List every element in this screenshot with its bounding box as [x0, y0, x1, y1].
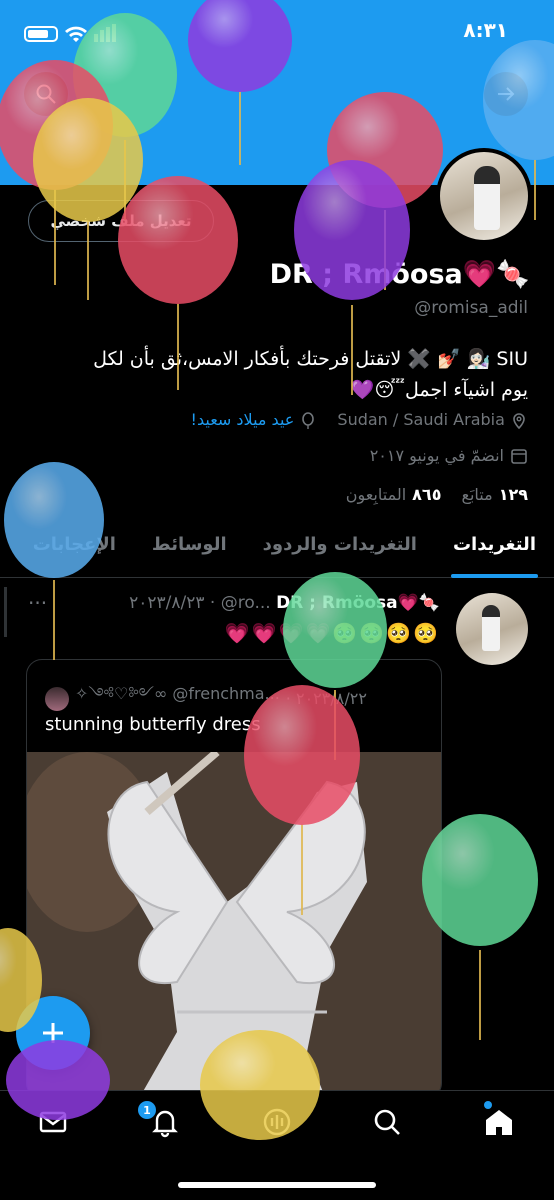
- notification-badge: 1: [138, 1101, 156, 1119]
- tab-tweets[interactable]: التغريدات: [435, 520, 554, 578]
- compose-button[interactable]: [16, 996, 90, 1070]
- quote-text: stunning butterfly dress: [45, 714, 261, 735]
- followers-link[interactable]: ٨٦٥ المتابِعون: [346, 485, 442, 504]
- compose-plus-icon: [43, 1023, 63, 1043]
- search-button[interactable]: [24, 72, 68, 116]
- back-button[interactable]: [484, 72, 528, 116]
- tweet-meta: ٢٠٢٣/٨/٢٣ · @ro...: [129, 593, 271, 613]
- spaces-icon[interactable]: [260, 1105, 294, 1139]
- following-count: ١٢٩: [498, 485, 528, 504]
- bio-line-1: SIU 👩🏻‍🔬 💅🏻 ✖️ لاتقتل فرحتك بأفكار الامس…: [93, 348, 528, 370]
- home-indicator[interactable]: [178, 1182, 376, 1188]
- location-text: Sudan / Saudi Arabia: [337, 410, 505, 429]
- tweet-header: ٢٠٢٣/٨/٢٣ · @ro... DR ; Rmöosa💗🍬: [129, 593, 440, 613]
- tab-likes[interactable]: الإعجابات: [15, 520, 134, 578]
- following-link[interactable]: ١٢٩ متابَع: [461, 485, 528, 504]
- signal-icon: [94, 24, 116, 42]
- user-handle: @romisa_adil: [414, 298, 528, 318]
- tweet-avatar[interactable]: [456, 593, 528, 665]
- tweet-author: DR ; Rmöosa💗🍬: [276, 593, 440, 613]
- birthday[interactable]: عيد ميلاد سعيد!: [191, 410, 318, 430]
- mail-icon[interactable]: [36, 1105, 70, 1139]
- tab-media[interactable]: الوسائط: [134, 520, 245, 578]
- joined-date: انضمّ في يونيو ٢٠١٧: [370, 446, 528, 465]
- following-label: متابَع: [461, 485, 493, 504]
- joined-text: انضمّ في يونيو ٢٠١٧: [369, 446, 504, 465]
- profile-avatar[interactable]: [436, 148, 532, 244]
- tweet-text: 💗💗💗💗🥺🥺🥺🥺: [224, 621, 440, 645]
- followers-count: ٨٦٥: [412, 485, 442, 504]
- status-bar: ٨:٣١: [0, 0, 554, 60]
- home-unread-dot: [484, 1101, 492, 1109]
- balloon-icon: [302, 411, 315, 429]
- calendar-icon: [511, 448, 527, 464]
- birthday-text: عيد ميلاد سعيد!: [190, 410, 295, 429]
- wifi-icon: [65, 26, 87, 42]
- thread-line: [4, 587, 7, 637]
- tweet-more-button[interactable]: ···: [28, 591, 47, 615]
- follow-stats: ١٢٩ متابَع ٨٦٥ المتابِعون: [346, 485, 528, 504]
- followers-label: المتابِعون: [345, 485, 407, 504]
- location-icon: [513, 412, 525, 429]
- display-name: DR ; Rmöosa💗🍬: [269, 259, 530, 290]
- profile-meta-row: Sudan / Saudi Arabia عيد ميلاد سعيد!: [191, 410, 528, 430]
- tab-replies[interactable]: التغريدات والردود: [245, 520, 435, 578]
- back-arrow-icon: [498, 87, 515, 101]
- profile-tabs: التغريدات التغريدات والردود الوسائط الإع…: [0, 520, 554, 578]
- bio-line-2: يوم اشيآء اجمل😴💜: [350, 379, 528, 401]
- edit-profile-button[interactable]: تعديل ملف شخصي: [28, 200, 214, 242]
- status-time: ٨:٣١: [463, 18, 508, 42]
- quote-date: · ٢٠٢٣/٨/٢٢: [285, 689, 367, 708]
- search-icon: [36, 84, 56, 104]
- home-icon[interactable]: [482, 1105, 516, 1139]
- search-nav-icon[interactable]: [370, 1105, 404, 1139]
- quote-avatar: [45, 686, 69, 711]
- profile-bio: SIU 👩🏻‍🔬 💅🏻 ✖️ لاتقتل فرحتك بأفكار الامس…: [28, 344, 528, 406]
- location: Sudan / Saudi Arabia: [337, 410, 528, 430]
- battery-icon: [24, 26, 58, 42]
